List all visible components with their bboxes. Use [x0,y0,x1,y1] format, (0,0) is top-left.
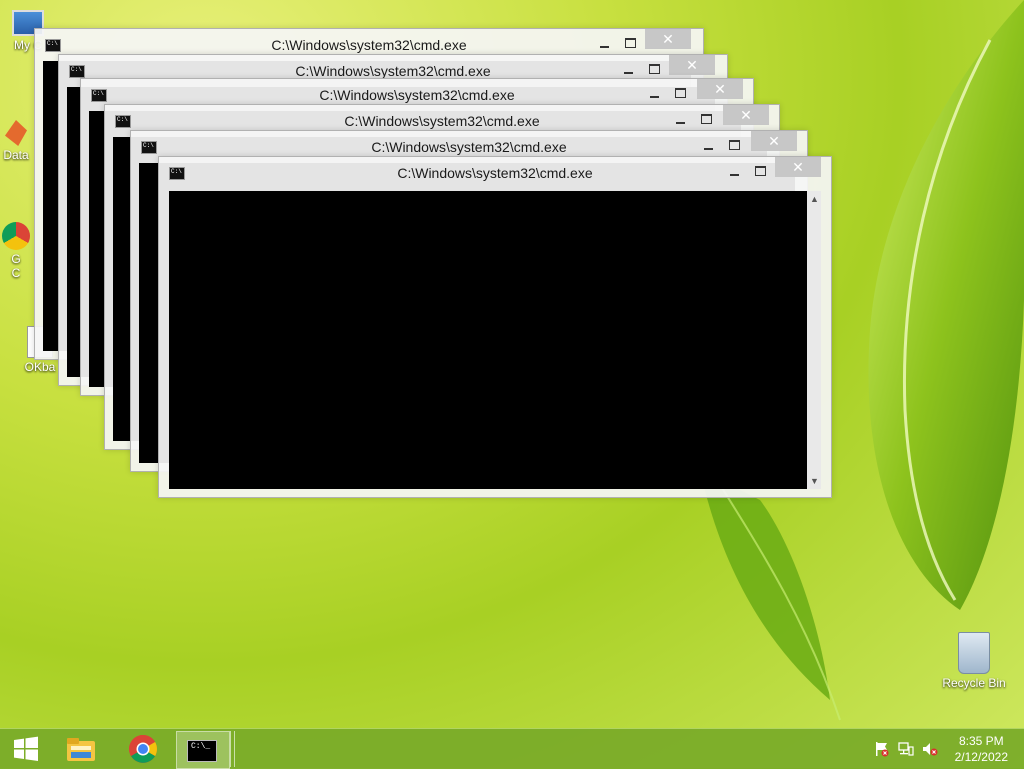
taskbar-group-divider [230,731,235,767]
maximize-button[interactable] [671,85,691,103]
taskbar-cmd[interactable]: C:\_ [176,731,230,769]
taskbar-chrome[interactable] [116,729,170,769]
close-button[interactable]: ✕ [723,105,769,125]
console-area[interactable] [169,191,807,489]
desktop-icon-label: Data [3,148,29,162]
maximize-button[interactable] [645,61,665,79]
minimize-button[interactable] [595,35,615,53]
desktop: My C Data G C OKba Recycle Bin C:\Window… [0,0,1024,728]
close-button[interactable]: ✕ [645,29,691,49]
clock-date: 2/12/2022 [954,750,1008,764]
cmd-window-6-front[interactable]: C:\Windows\system32\cmd.exe ✕ ▲ ▼ [158,156,832,498]
minimize-button[interactable] [725,163,745,181]
file-explorer-icon [67,738,95,761]
minimize-button[interactable] [699,137,719,155]
recycle-bin-icon [958,632,990,674]
chrome-icon [129,735,157,763]
vertical-scrollbar[interactable]: ▲ ▼ [807,191,821,489]
chrome-icon [2,222,30,250]
close-button[interactable]: ✕ [669,55,715,75]
network-icon[interactable] [898,741,914,757]
maximize-button[interactable] [621,35,641,53]
taskbar: C:\_ 8:35 PM 2/12/2022 [0,728,1024,769]
desktop-icon-label: Recycle Bin [942,676,1006,690]
start-button[interactable] [0,729,54,769]
system-clock[interactable]: 8:35 PM 2/12/2022 [955,733,1008,765]
maximize-button[interactable] [725,137,745,155]
scroll-down-arrow-icon[interactable]: ▼ [810,476,819,486]
close-button[interactable]: ✕ [697,79,743,99]
cmd-icon: C:\_ [187,740,217,762]
scroll-up-arrow-icon[interactable]: ▲ [810,194,819,204]
desktop-icon-label: OKba [24,360,56,374]
desktop-icon-label: G C [11,252,21,280]
clock-time: 8:35 PM [958,734,1004,748]
minimize-button[interactable] [619,61,639,79]
close-button[interactable]: ✕ [775,157,821,177]
taskbar-file-explorer[interactable] [54,729,108,769]
volume-muted-icon[interactable] [922,741,938,757]
minimize-button[interactable] [671,111,691,129]
action-center-flag-icon[interactable] [874,741,890,757]
app-shortcut-icon [5,120,27,146]
title-bar[interactable]: C:\Windows\system32\cmd.exe ✕ [159,157,831,189]
windows-logo-icon [14,736,38,761]
maximize-button[interactable] [697,111,717,129]
maximize-button[interactable] [751,163,771,181]
minimize-button[interactable] [645,85,665,103]
desktop-icon-recycle-bin[interactable]: Recycle Bin [938,632,1010,690]
close-button[interactable]: ✕ [751,131,797,151]
